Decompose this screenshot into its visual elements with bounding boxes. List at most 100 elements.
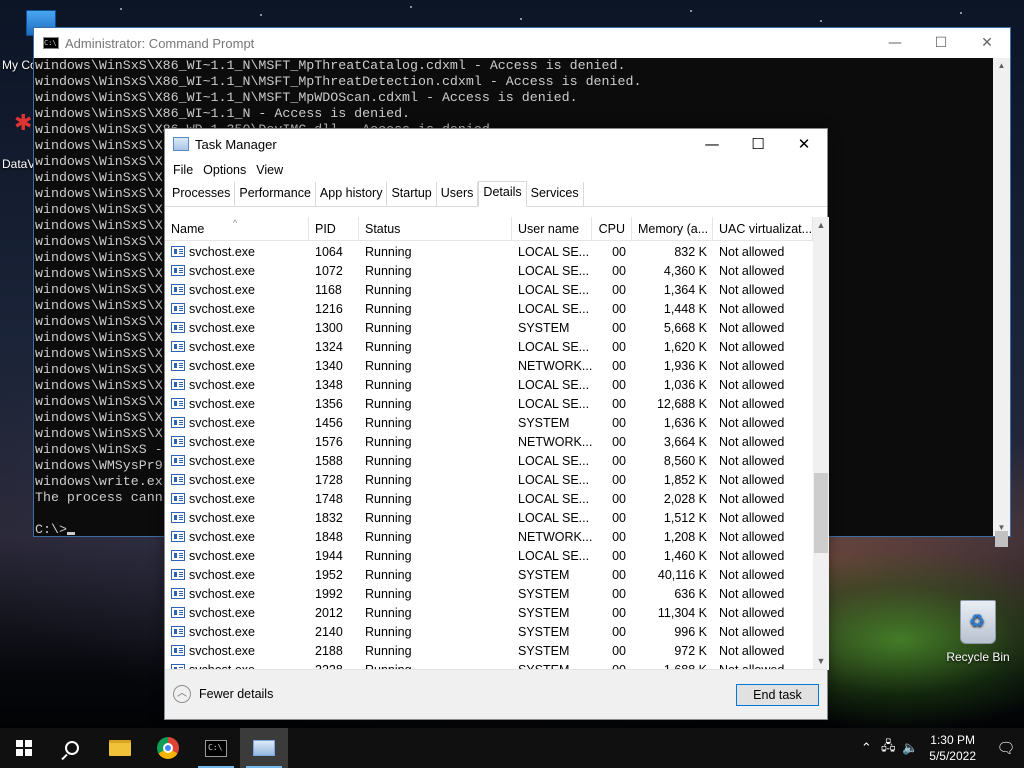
tab-app-history[interactable]: App history [316, 182, 388, 206]
maximize-button[interactable]: ☐ [735, 129, 781, 159]
cell-status: Running [365, 510, 412, 525]
task-manager-window[interactable]: Task Manager — ☐ ✕ File Options View Pro… [164, 128, 829, 720]
process-name-text: svchost.exe [189, 548, 256, 563]
scroll-down-arrow-icon[interactable]: ▼ [993, 520, 1010, 536]
tab-startup[interactable]: Startup [387, 182, 437, 206]
table-row[interactable]: svchost.exe 1324 Running LOCAL SE... 00 1,620… [165, 337, 813, 356]
column-header-pid[interactable]: PID [309, 217, 359, 240]
cmd-titlebar[interactable]: C:\ Administrator: Command Prompt — ☐ ✕ [34, 28, 1010, 58]
scroll-up-arrow-icon[interactable]: ▲ [813, 217, 829, 234]
scroll-thumb[interactable] [814, 473, 828, 553]
process-name-text: svchost.exe [189, 472, 256, 487]
process-name-text: svchost.exe [189, 529, 256, 544]
cell-status: Running [365, 491, 412, 506]
table-row[interactable]: svchost.exe 1072 Running LOCAL SE... 00 4,360… [165, 261, 813, 280]
table-scrollbar[interactable]: ▲ ▼ [813, 217, 829, 670]
process-icon [171, 435, 185, 447]
chevron-up-icon[interactable]: ⌃ [855, 740, 877, 756]
volume-icon[interactable]: 🔈 [899, 740, 921, 756]
cell-process-name: svchost.exe [165, 416, 309, 430]
cell-cpu: 00 [612, 567, 626, 582]
column-header-user-name[interactable]: User name [512, 217, 592, 240]
cell-pid: 1944 [315, 548, 343, 563]
cell-uac-virtualization: Not allowed [719, 396, 785, 411]
cell-process-name: svchost.exe [165, 245, 309, 259]
cell-pid: 1832 [315, 510, 343, 525]
process-icon [171, 302, 185, 314]
table-row[interactable]: svchost.exe 1356 Running LOCAL SE... 00 12,68… [165, 394, 813, 413]
recycle-bin-desktop-icon[interactable]: Recycle Bin [940, 600, 1016, 664]
column-header-cpu[interactable]: CPU [592, 217, 632, 240]
process-icon [171, 397, 185, 409]
table-row[interactable]: svchost.exe 1576 Running NETWORK... 00 3,664 … [165, 432, 813, 451]
tab-users[interactable]: Users [437, 182, 479, 206]
minimize-button[interactable]: — [872, 28, 918, 58]
table-row[interactable]: svchost.exe 2140 Running SYSTEM 00 996 K Not a… [165, 622, 813, 641]
process-name-text: svchost.exe [189, 605, 256, 620]
close-button[interactable]: ✕ [964, 28, 1010, 58]
cell-status: Running [365, 415, 412, 430]
tab-performance[interactable]: Performance [235, 182, 316, 206]
table-row[interactable]: svchost.exe 1748 Running LOCAL SE... 00 2,028… [165, 489, 813, 508]
cell-uac-virtualization: Not allowed [719, 472, 785, 487]
process-icon [171, 568, 185, 580]
table-row[interactable]: svchost.exe 1992 Running SYSTEM 00 636 K Not a… [165, 584, 813, 603]
minimize-button[interactable]: — [689, 129, 735, 159]
cell-cpu: 00 [612, 434, 626, 449]
process-icon [171, 283, 185, 295]
cell-cpu: 00 [612, 643, 626, 658]
table-row[interactable]: svchost.exe 1832 Running LOCAL SE... 00 1,512… [165, 508, 813, 527]
details-table[interactable]: ^ Name PID Status User name CPU Memory (… [165, 217, 829, 670]
process-name-text: svchost.exe [189, 339, 256, 354]
cmd-window-title: Administrator: Command Prompt [65, 35, 255, 51]
cell-status: Running [365, 301, 412, 316]
file-explorer-button[interactable] [96, 728, 144, 768]
table-row[interactable]: svchost.exe 1340 Running NETWORK... 00 1,936 … [165, 356, 813, 375]
scroll-down-arrow-icon[interactable]: ▼ [813, 653, 829, 670]
network-icon[interactable]: 🖧 [877, 737, 899, 759]
tm-titlebar[interactable]: Task Manager — ☐ ✕ [165, 129, 827, 159]
table-row[interactable]: svchost.exe 1848 Running NETWORK... 00 1,208 … [165, 527, 813, 546]
menu-file[interactable]: File [168, 163, 198, 177]
search-button[interactable] [48, 728, 96, 768]
table-row[interactable]: svchost.exe 1728 Running LOCAL SE... 00 1,852… [165, 470, 813, 489]
column-header-uac[interactable]: UAC virtualizat... [713, 217, 813, 240]
table-row[interactable]: svchost.exe 1168 Running LOCAL SE... 00 1,364… [165, 280, 813, 299]
scroll-up-arrow-icon[interactable]: ▲ [993, 58, 1010, 74]
tab-details[interactable]: Details [478, 181, 527, 207]
table-row[interactable]: svchost.exe 1300 Running SYSTEM 00 5,668 K Not… [165, 318, 813, 337]
cell-memory: 996 K [674, 624, 707, 639]
chrome-button[interactable] [144, 728, 192, 768]
table-row[interactable]: svchost.exe 1456 Running SYSTEM 00 1,636 K Not… [165, 413, 813, 432]
notification-icon[interactable]: 🗨 [988, 739, 1024, 757]
table-row[interactable]: svchost.exe 2012 Running SYSTEM 00 11,304 K No… [165, 603, 813, 622]
column-header-name[interactable]: ^ Name [165, 217, 309, 240]
table-row[interactable]: svchost.exe 1064 Running LOCAL SE... 00 832 K… [165, 242, 813, 261]
tab-processes[interactable]: Processes [168, 182, 236, 206]
column-header-memory[interactable]: Memory (a... [632, 217, 713, 240]
menu-options[interactable]: Options [198, 163, 251, 177]
end-task-button[interactable]: End task [736, 684, 819, 706]
command-prompt-taskbar-button[interactable]: C:\ [192, 728, 240, 768]
table-row[interactable]: svchost.exe 1216 Running LOCAL SE... 00 1,448… [165, 299, 813, 318]
column-header-status[interactable]: Status [359, 217, 512, 240]
cmd-scrollbar[interactable]: ▲ ▼ [993, 58, 1010, 547]
menu-view[interactable]: View [251, 163, 288, 177]
task-manager-taskbar-button[interactable] [240, 728, 288, 768]
tab-services[interactable]: Services [527, 182, 584, 206]
table-row[interactable]: svchost.exe 1588 Running LOCAL SE... 00 8,560… [165, 451, 813, 470]
maximize-button[interactable]: ☐ [918, 28, 964, 58]
cell-status: Running [365, 377, 412, 392]
start-button[interactable] [0, 728, 48, 768]
table-row[interactable]: svchost.exe 1952 Running SYSTEM 00 40,116 K No… [165, 565, 813, 584]
clock[interactable]: 1:30 PM 5/5/2022 [929, 732, 976, 764]
cell-status: Running [365, 358, 412, 373]
console-line: windows\WinSxS\X86_WI~1.1_N\MSFT_MpWDOSc… [35, 90, 578, 105]
table-row[interactable]: svchost.exe 1348 Running LOCAL SE... 00 1,036… [165, 375, 813, 394]
table-row[interactable]: svchost.exe 2188 Running SYSTEM 00 972 K Not a… [165, 641, 813, 660]
table-row[interactable]: svchost.exe 1944 Running LOCAL SE... 00 1,460… [165, 546, 813, 565]
cell-pid: 1168 [315, 282, 342, 297]
close-button[interactable]: ✕ [781, 129, 827, 159]
fewer-details-button[interactable]: ︿ Fewer details [173, 685, 273, 703]
cell-pid: 1588 [315, 453, 343, 468]
